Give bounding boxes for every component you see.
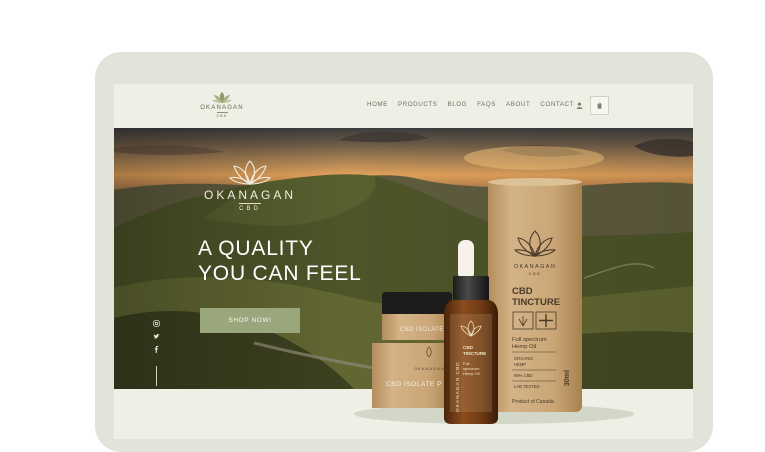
social-divider [156, 366, 157, 386]
website-screen: OKANAGAN CBD HOME PRODUCTS BLOG FAQS ABO… [114, 84, 693, 439]
logo-brand: OKANAGAN [200, 105, 244, 111]
logo-sub: CBD [216, 112, 228, 118]
nav-home[interactable]: HOME [367, 101, 388, 108]
nav-faqs[interactable]: FAQS [477, 101, 496, 108]
cart-button[interactable] [590, 96, 609, 115]
shop-now-button[interactable]: SHOP NOW! [200, 308, 300, 333]
site-header: OKANAGAN CBD HOME PRODUCTS BLOG FAQS ABO… [114, 84, 693, 128]
main-nav: HOME PRODUCTS BLOG FAQS ABOUT CONTACT [367, 101, 574, 108]
tagline-line-2: YOU CAN FEEL [198, 262, 362, 285]
twitter-icon[interactable] [153, 333, 160, 340]
leaf-logo-icon [212, 92, 232, 103]
user-icon[interactable] [574, 101, 584, 111]
hero-banner: OKANAGAN CBD A QUALITY YOU CAN FEEL SHOP… [114, 128, 693, 389]
leaf-logo-icon [228, 160, 272, 186]
instagram-icon[interactable] [153, 320, 160, 327]
tagline-line-1: A QUALITY [198, 237, 314, 260]
facebook-icon[interactable] [153, 346, 160, 353]
header-icons [574, 96, 609, 115]
site-logo[interactable]: OKANAGAN CBD [196, 92, 248, 122]
nav-about[interactable]: ABOUT [506, 101, 530, 108]
tube-origin: Product of Canada [512, 399, 554, 405]
nav-blog[interactable]: BLOG [448, 101, 468, 108]
social-links [153, 320, 160, 353]
nav-products[interactable]: PRODUCTS [398, 101, 438, 108]
hero-logo: OKANAGAN CBD [198, 160, 302, 212]
nav-contact[interactable]: CONTACT [540, 101, 574, 108]
hero-brand: OKANAGAN [203, 188, 296, 202]
hero-tagline: A QUALITY YOU CAN FEEL [198, 236, 362, 286]
bag-icon [597, 102, 602, 109]
hero-sub: CBD [239, 203, 261, 212]
